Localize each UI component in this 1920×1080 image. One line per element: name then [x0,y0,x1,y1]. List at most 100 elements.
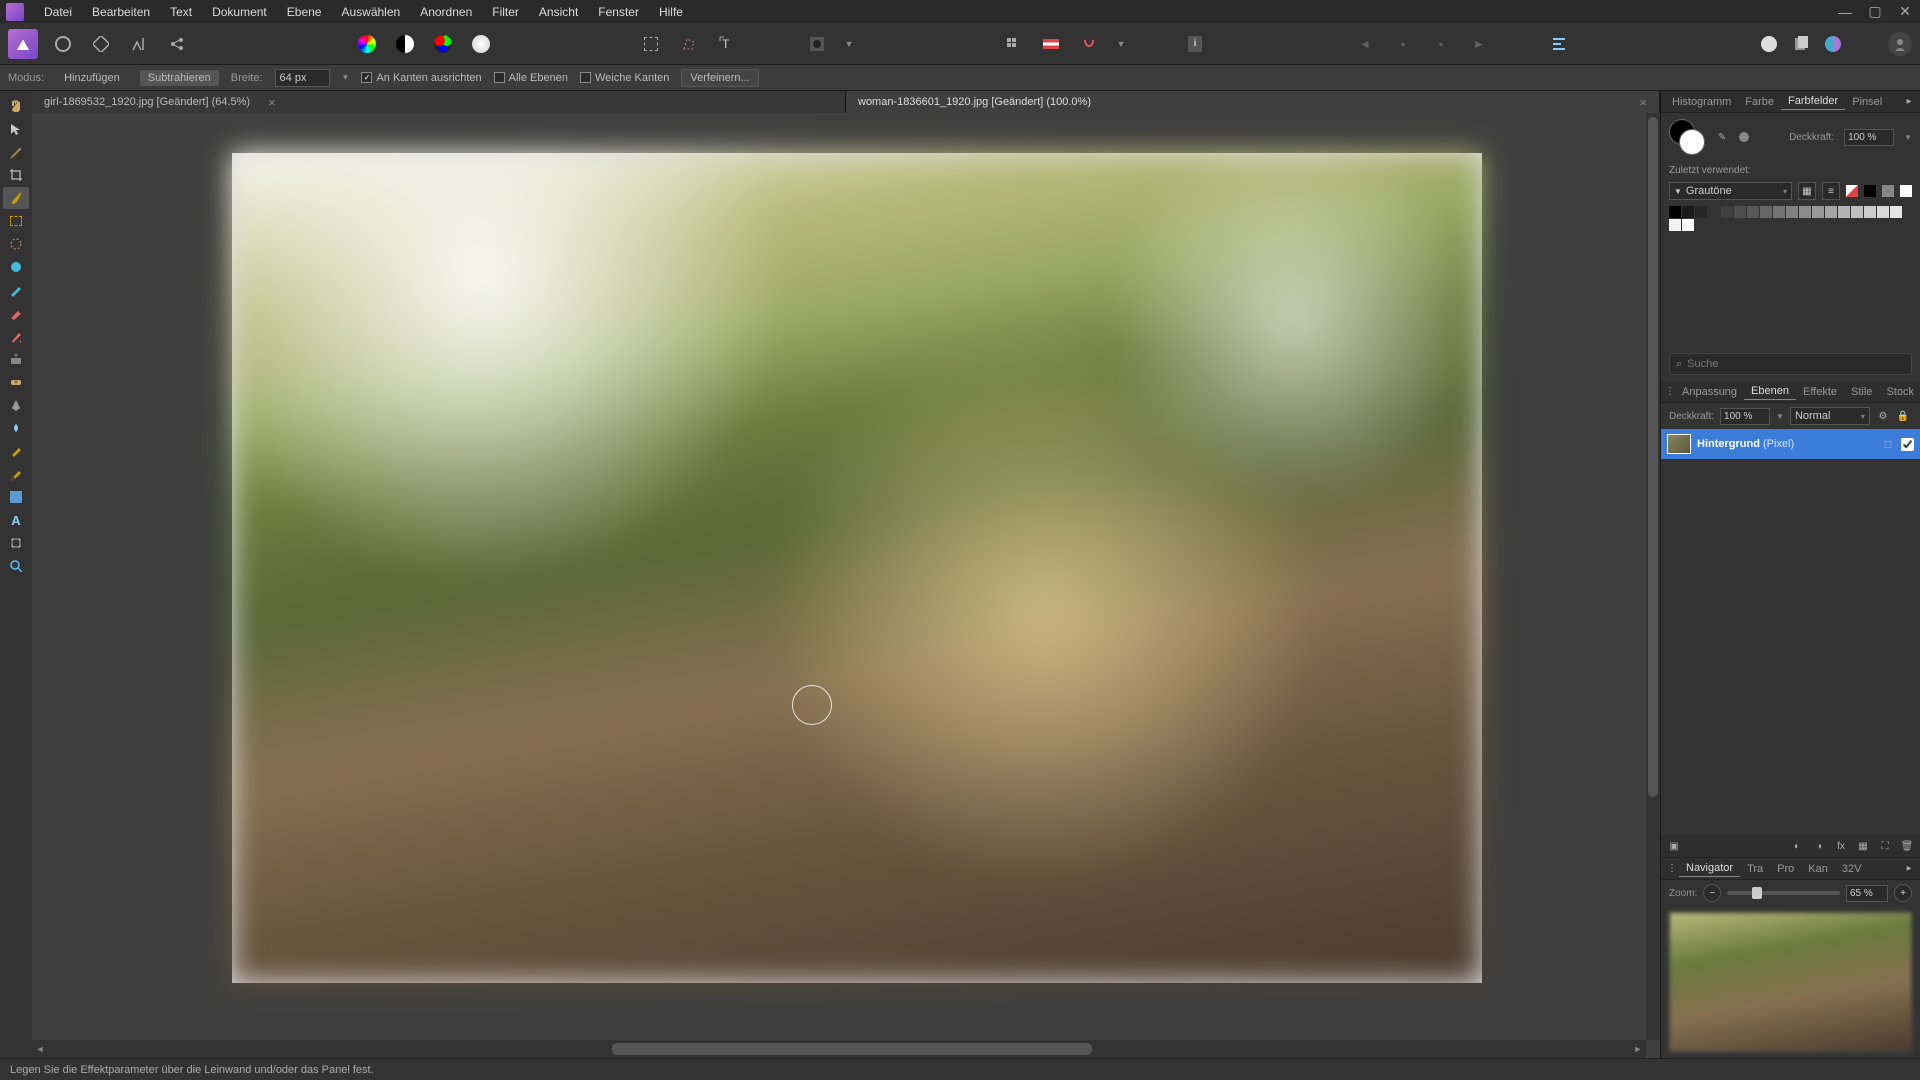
menu-arrange[interactable]: Anordnen [410,2,482,22]
blend-mode-dropdown[interactable]: Normal▾ [1790,407,1870,425]
menu-layer[interactable]: Ebene [277,2,332,22]
rgb-icon[interactable] [430,31,456,57]
tab-swatches[interactable]: Farbfelder [1781,93,1845,110]
tab-2-close-icon[interactable]: × [1639,95,1647,110]
assistant-icon[interactable] [1756,31,1782,57]
marquee-tool-icon[interactable] [3,210,29,232]
fill-tool-icon[interactable] [3,325,29,347]
snap-edges-checkbox[interactable]: ✓An Kanten ausrichten [361,72,481,84]
zoom-out-button[interactable]: − [1703,884,1721,902]
cloud-icon[interactable] [1820,31,1846,57]
fg-bg-color-icon[interactable] [1669,119,1705,155]
align-icon[interactable] [1546,31,1572,57]
mode-subtract-button[interactable]: Subtrahieren [140,70,219,86]
grid-icon[interactable] [1000,31,1026,57]
layer-add-icon[interactable]: ▦ [1856,839,1870,853]
eyedropper-mini-icon[interactable]: ✎ [1715,130,1729,144]
swatch[interactable] [1760,206,1772,218]
burn-tool-icon[interactable] [3,440,29,462]
shape-tool-icon[interactable] [3,486,29,508]
all-layers-checkbox[interactable]: Alle Ebenen [494,72,568,84]
tab-effects[interactable]: Effekte [1796,384,1844,400]
hscroll-right-icon[interactable]: ► [1630,1040,1646,1058]
canvas[interactable] [232,153,1482,983]
crop-tool-icon[interactable] [3,164,29,186]
swatch[interactable] [1890,206,1902,218]
zoom-slider-knob[interactable] [1752,887,1762,899]
swatch[interactable] [1864,206,1876,218]
menu-text[interactable]: Text [160,2,202,22]
tab-stock[interactable]: Stock [1879,384,1920,400]
sponge-tool-icon[interactable] [3,463,29,485]
flag-icon[interactable] [1038,31,1064,57]
info-icon[interactable]: i [1182,31,1208,57]
selection-brush-tool-icon[interactable] [3,187,29,209]
quickmask-icon[interactable] [804,31,830,57]
persona-photo-icon[interactable] [8,29,38,59]
grayscale-icon[interactable] [392,31,418,57]
black-swatch[interactable] [1864,185,1876,197]
layer-crop-icon[interactable]: ⛶ [1878,839,1892,853]
swatch[interactable] [1747,206,1759,218]
swatch[interactable] [1799,206,1811,218]
menu-document[interactable]: Dokument [202,2,277,22]
mode-add-button[interactable]: Hinzufügen [56,70,128,86]
layer-delete-icon[interactable]: 🗑 [1900,839,1914,853]
persona-liquify-icon[interactable] [50,31,76,57]
swatch[interactable] [1734,206,1746,218]
menu-select[interactable]: Auswählen [331,2,410,22]
pencil-tool-icon[interactable] [3,279,29,301]
white-swatch[interactable] [1900,185,1912,197]
layer-mask-icon[interactable]: ◐ [1790,839,1804,853]
menu-view[interactable]: Ansicht [529,2,588,22]
menu-file[interactable]: Datei [34,2,82,22]
layer-visibility-checkbox[interactable] [1901,438,1914,451]
none-swatch-icon[interactable] [1846,185,1858,197]
document-tab-1[interactable]: girl-1869532_1920.jpg [Geändert] (64.5%)… [32,91,846,113]
tab-channels[interactable]: Kan [1801,861,1835,877]
swatch[interactable] [1669,206,1681,218]
soft-edges-checkbox[interactable]: Weiche Kanten [580,72,669,84]
swatch[interactable] [1851,206,1863,218]
layer-row-background[interactable]: Hintergrund (Pixel) ◻ [1661,429,1920,459]
layer-lock-icon[interactable]: 🔒 [1896,409,1910,423]
persona-develop-icon[interactable] [88,31,114,57]
dropdown-arrow-2-icon[interactable]: ▼ [1114,31,1128,57]
tab-adjustment[interactable]: Anpassung [1675,384,1744,400]
move-tool-icon[interactable] [3,118,29,140]
swatch[interactable] [1877,206,1889,218]
color-picker-tool-icon[interactable] [3,141,29,163]
color-wheel-icon[interactable] [354,31,380,57]
swatch[interactable] [1786,206,1798,218]
panel-menu-icon[interactable]: ▸ [1902,95,1916,109]
tab-32v[interactable]: 32V [1835,861,1869,877]
clone-tool-icon[interactable] [3,348,29,370]
grid-view-icon[interactable]: ▦ [1798,182,1816,200]
paint-brush-tool-icon[interactable] [3,256,29,278]
menu-help[interactable]: Hilfe [649,2,693,22]
tab-styles[interactable]: Stile [1844,384,1879,400]
menu-edit[interactable]: Bearbeiten [82,2,160,22]
nav-collapse-icon[interactable]: ⋮ [1665,862,1679,876]
opacity-input[interactable] [1844,129,1894,146]
persona-export-icon[interactable] [164,31,190,57]
menu-icon[interactable]: ≡ [1822,182,1840,200]
dropdown-arrow-icon[interactable]: ▼ [842,31,856,57]
hand-tool-icon[interactable] [3,95,29,117]
tab-histogram[interactable]: Histogramm [1665,94,1738,110]
window-close[interactable]: ✕ [1890,0,1920,23]
horizontal-scrollbar[interactable]: ◄ ► [32,1040,1646,1058]
erase-tool-icon[interactable] [3,302,29,324]
layer-opacity-input[interactable] [1720,408,1770,425]
layer-settings-icon[interactable]: ⚙ [1876,409,1890,423]
mesh-tool-icon[interactable] [3,532,29,554]
persona-tone-icon[interactable] [126,31,152,57]
nav-menu-icon[interactable]: ▸ [1902,862,1916,876]
snap-icon[interactable] [1076,31,1102,57]
crop-text-icon[interactable]: T [714,31,740,57]
hscroll-left-icon[interactable]: ◄ [32,1040,48,1058]
tab-color[interactable]: Farbe [1738,94,1781,110]
width-input[interactable] [275,69,330,87]
swatch[interactable] [1695,206,1707,218]
text-tool-icon[interactable]: A [3,509,29,531]
